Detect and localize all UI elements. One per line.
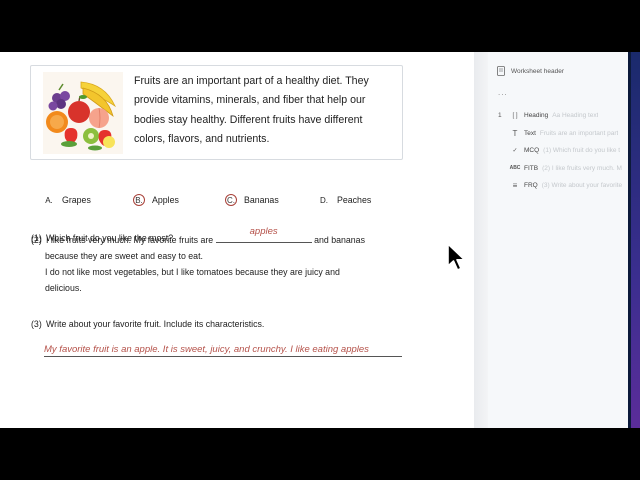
text-icon: T — [512, 128, 518, 138]
outline-item-snippet: Aa Heading text — [552, 112, 599, 120]
outline-item-snippet: (2) I like fruits very much. M — [542, 164, 622, 172]
panel-divider[interactable] — [474, 52, 488, 428]
q3-question: (3) Write about your favorite fruit. Incl… — [31, 316, 264, 332]
option-label: Grapes — [62, 195, 91, 205]
frq-icon: ≡ — [512, 181, 518, 191]
q2-blank-answer: apples — [249, 226, 278, 237]
outline-item-label: Text — [524, 129, 536, 137]
option-letter-selected: C. — [225, 194, 237, 206]
mouse-pointer-icon — [447, 243, 466, 271]
q2-line-2: because they are sweet and easy to eat. — [45, 251, 203, 261]
q1-options: A. Grapes B. Apples C. Bananas D. Peache… — [43, 194, 423, 210]
outline-item-label: FITB — [524, 164, 539, 172]
q2-after-blank: and bananas — [314, 235, 365, 245]
option-label: Peaches — [337, 195, 372, 205]
outline-item-text[interactable]: T Text Fruits are an important part — [498, 125, 628, 143]
fitb-icon: ABC — [509, 165, 521, 172]
outline-item-mcq[interactable]: ✓ MCQ (1) Which fruit do you like t — [498, 142, 628, 160]
outline-item-snippet: (3) Write about your favorite — [541, 182, 623, 190]
outline-item-fitb[interactable]: ABC FITB (2) I like fruits very much. M — [498, 160, 628, 178]
outline-item-label: MCQ — [524, 147, 540, 155]
q2-question: (2) I like fruits very much. My favorite … — [31, 226, 391, 296]
outline-item-snippet: Fruits are an important part — [539, 129, 619, 137]
option-letter-selected: B. — [133, 194, 145, 206]
q2-before-blank: I like fruits very much. My favorite fru… — [46, 235, 214, 245]
option-label: Apples — [152, 195, 179, 205]
q2-blank[interactable]: apples — [215, 226, 312, 243]
q2-number: (2) — [31, 235, 42, 245]
worksheet-header-item[interactable]: Worksheet header — [497, 66, 564, 76]
intro-text-block[interactable]: Fruits are an important part of a health… — [30, 65, 403, 160]
q1-option-a[interactable]: A. Grapes — [43, 194, 91, 206]
outline-item-snippet: (1) Which fruit do you like t — [543, 147, 621, 155]
outline-list: 1 [ ] Heading Aa Heading text T Text Fru… — [498, 107, 628, 195]
option-letter: D. — [320, 195, 328, 205]
document-icon — [497, 66, 505, 76]
q2-line-3: I do not like most vegetables, but I lik… — [45, 267, 340, 277]
more-dots[interactable]: ... — [498, 88, 508, 97]
q1-option-c[interactable]: C. Bananas — [225, 194, 279, 206]
option-letter: A. — [45, 195, 53, 205]
worksheet-canvas: Fruits are an important part of a health… — [0, 52, 476, 428]
outline-item-heading[interactable]: 1 [ ] Heading Aa Heading text — [498, 107, 628, 125]
q2-line-4: delicious. — [45, 283, 82, 293]
q3-number: (3) — [31, 319, 42, 329]
q1-option-b[interactable]: B. Apples — [133, 194, 179, 206]
intro-paragraph: Fruits are an important part of a health… — [134, 75, 369, 146]
outline-item-number: 1 — [498, 112, 502, 120]
worksheet-header-label: Worksheet header — [511, 67, 564, 75]
fruit-illustration — [43, 72, 123, 154]
desktop-background-edge — [628, 52, 640, 428]
q3-text: Write about your favorite fruit. Include… — [46, 319, 265, 329]
outline-item-frq[interactable]: ≡ FRQ (3) Write about your favorite — [498, 177, 628, 195]
outline-item-label: FRQ — [524, 182, 538, 190]
app-screen: Fruits are an important part of a health… — [0, 52, 640, 428]
heading-icon: [ ] — [512, 112, 518, 119]
mcq-icon: ✓ — [512, 148, 518, 155]
option-label: Bananas — [244, 195, 279, 205]
outline-item-label: Heading — [524, 112, 549, 120]
q1-option-d[interactable]: D. Peaches — [318, 194, 371, 206]
q3-answer-field[interactable]: My favorite fruit is an apple. It is swe… — [44, 344, 402, 357]
